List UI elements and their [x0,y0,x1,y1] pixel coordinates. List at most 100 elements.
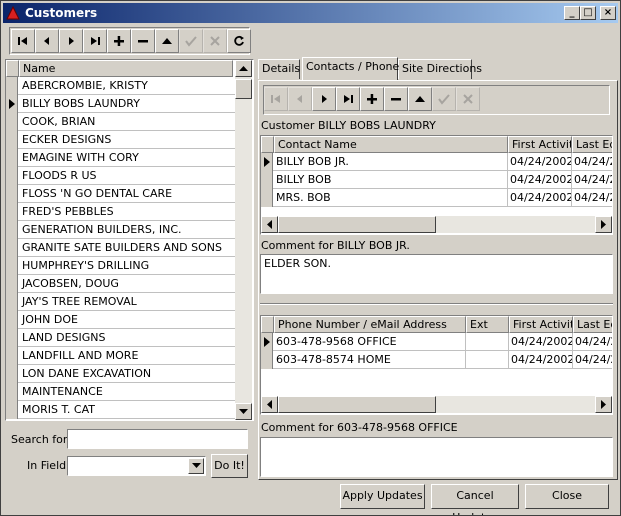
customer-row[interactable]: GENERATION BUILDERS, INC. [6,221,236,239]
last-record-icon[interactable] [83,29,107,53]
maximize-button[interactable]: □ [580,6,596,20]
row-indicator [6,221,18,239]
customer-row[interactable]: JOHN DOE [6,311,236,329]
customer-row[interactable]: HUMPHREY'S DRILLING [6,257,236,275]
title-bar[interactable]: Customers _ □ × [3,3,618,23]
table-row[interactable]: 603-478-9568 OFFICE 04/24/200204/24/2 [261,333,612,351]
first-activity-column-header[interactable]: First Activity [508,136,572,153]
minus-icon[interactable] [384,87,408,111]
phone-rows: 603-478-9568 OFFICE04/24/200204/24/2603-… [261,333,612,373]
plus-icon[interactable] [360,87,384,111]
contacts-hscrollbar[interactable] [261,216,612,233]
chevron-down-icon[interactable] [188,458,204,474]
first-activity-column-header[interactable]: First Activity [509,316,573,333]
customer-row[interactable]: LON DANE EXCAVATION [6,365,236,383]
customer-row[interactable]: LANDFILL AND MORE [6,347,236,365]
table-row[interactable]: 603-478-8574 HOME 04/24/200204/24/2 [261,351,612,369]
next-record-icon[interactable] [59,29,83,53]
ext-column-header[interactable]: Ext [466,316,509,333]
table-cell: MRS. BOB [274,189,508,207]
x-icon[interactable] [203,29,227,53]
edit-arrow-icon[interactable] [408,87,432,111]
close-button[interactable]: Close [525,484,609,509]
tab-contacts-phone[interactable]: Contacts / Phone [302,57,399,80]
customer-row[interactable]: COOK, BRIAN [6,113,236,131]
last-record-icon[interactable] [336,87,360,111]
customer-name: GENERATION BUILDERS, INC. [22,223,182,236]
scroll-right-icon[interactable] [595,216,612,233]
first-record-icon[interactable] [11,29,35,53]
customer-row[interactable]: ECKER DESIGNS [6,131,236,149]
scroll-right-icon[interactable] [595,396,612,413]
customer-row[interactable]: FLOSS 'N GO DENTAL CARE [6,185,236,203]
row-indicator [6,401,18,419]
customer-row[interactable]: EMAGINE WITH CORY [6,149,236,167]
scroll-left-icon[interactable] [261,216,278,233]
minimize-button[interactable]: _ [564,6,580,20]
customer-row[interactable]: FRED'S PEBBLES [6,203,236,221]
row-indicator [261,333,273,351]
customer-row[interactable]: MORIS T. CAT [6,401,236,419]
table-row[interactable]: BILLY BOB JR. 04/24/2002 04/24/2 [261,153,612,171]
customer-name: LAND DESIGNS [22,331,106,344]
scroll-down-icon[interactable] [235,403,252,420]
minus-icon[interactable] [131,29,155,53]
tab-site-directions[interactable]: Site Directions [398,59,482,79]
check-icon[interactable] [432,87,456,111]
customer-name: EMAGINE WITH CORY [22,151,139,164]
phone-column-header[interactable]: Phone Number / eMail Address [274,316,466,333]
table-row[interactable]: BILLY BOB 04/24/2002 04/24/2 [261,171,612,189]
window-title: Customers [25,6,98,20]
customer-row[interactable]: GRANITE SATE BUILDERS AND SONS [6,239,236,257]
customer-name: LON DANE EXCAVATION [22,367,152,380]
customer-row[interactable]: JACOBSEN, DOUG [6,275,236,293]
contact-name-column-header[interactable]: Contact Name [274,136,508,153]
customer-row[interactable]: ABERCROMBIE, KRISTY [6,77,236,95]
scroll-up-icon[interactable] [235,60,252,77]
last-edit-column-header[interactable]: Last Ed [573,316,612,333]
customer-row[interactable]: MAINTENANCE [6,383,236,401]
contact-comment-field[interactable]: ELDER SON. [260,254,613,294]
phone-hscrollbar[interactable] [261,396,612,413]
table-row[interactable]: MRS. BOB 04/24/2002 04/24/2 [261,189,612,207]
customer-row[interactable]: JAY'S TREE REMOVAL [6,293,236,311]
scroll-thumb[interactable] [278,396,436,413]
phone-comment-label: Comment for 603-478-9568 OFFICE [261,421,458,434]
refresh-icon[interactable] [227,29,251,53]
tab-details[interactable]: Details [258,59,300,79]
next-record-icon[interactable] [312,87,336,111]
last-edit-column-header[interactable]: Last Ed [572,136,612,153]
scroll-left-icon[interactable] [261,396,278,413]
field-select[interactable] [67,456,206,476]
scroll-thumb[interactable] [278,216,436,233]
customer-name-value: BILLY BOBS LAUNDRY [317,119,436,132]
phone-comment-field[interactable] [260,437,613,477]
first-record-icon[interactable] [264,87,288,111]
scroll-thumb[interactable] [235,79,252,99]
splitter[interactable] [260,303,613,305]
table-cell: 04/24/2002 [509,351,573,369]
table-cell: 04/24/2002 [508,153,572,171]
check-icon[interactable] [179,29,203,53]
name-column-header[interactable]: Name [19,60,233,77]
do-it-button[interactable]: Do It! [211,454,248,478]
prior-record-icon[interactable] [35,29,59,53]
close-window-button[interactable]: × [600,6,616,20]
table-cell: 04/24/2 [572,189,612,207]
customer-name: FLOODS R US [22,169,97,182]
table-cell: 04/24/2 [572,153,612,171]
customer-name: ABERCROMBIE, KRISTY [22,79,148,92]
table-cell [466,351,509,369]
x-icon[interactable] [456,87,480,111]
customer-row[interactable]: FLOODS R US [6,167,236,185]
edit-arrow-icon[interactable] [155,29,179,53]
apply-updates-button[interactable]: Apply Updates [340,484,425,509]
prior-record-icon[interactable] [288,87,312,111]
contact-rows: BILLY BOB JR. 04/24/2002 04/24/2 BILLY BOB 0… [261,153,612,209]
cancel-updates-button[interactable]: Cancel Updates [431,484,519,515]
search-input[interactable] [67,429,248,449]
customer-row[interactable]: BILLY BOBS LAUNDRY [6,95,236,113]
customer-row[interactable]: LAND DESIGNS [6,329,236,347]
plus-icon[interactable] [107,29,131,53]
customer-scrollbar[interactable] [235,60,252,420]
